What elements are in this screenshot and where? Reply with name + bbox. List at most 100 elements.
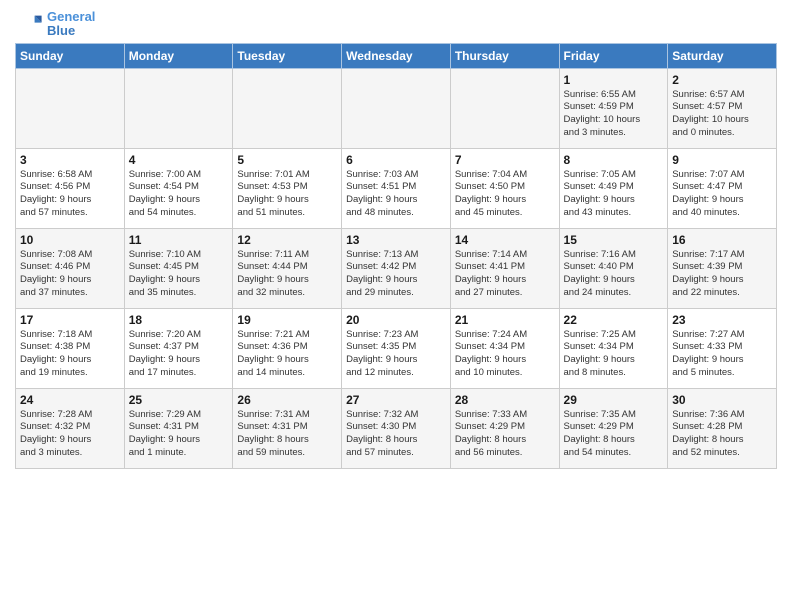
- calendar-cell: [124, 68, 233, 148]
- calendar-cell: 21Sunrise: 7:24 AM Sunset: 4:34 PM Dayli…: [450, 308, 559, 388]
- weekday-header: Thursday: [450, 43, 559, 68]
- day-info: Sunrise: 7:16 AM Sunset: 4:40 PM Dayligh…: [564, 249, 664, 300]
- day-number: 15: [564, 233, 664, 247]
- day-info: Sunrise: 7:10 AM Sunset: 4:45 PM Dayligh…: [129, 249, 229, 300]
- day-number: 29: [564, 393, 664, 407]
- day-number: 16: [672, 233, 772, 247]
- day-info: Sunrise: 7:07 AM Sunset: 4:47 PM Dayligh…: [672, 169, 772, 220]
- calendar-week-row: 24 Sunrise: 7:28 AM Sunset: 4:32 PM Dayli…: [16, 388, 777, 468]
- calendar-cell: 1Sunrise: 6:55 AM Sunset: 4:59 PM Daylig…: [559, 68, 668, 148]
- calendar-cell: 6 Sunrise: 7:03 AM Sunset: 4:51 PM Daylig…: [342, 148, 451, 228]
- calendar-cell: 26 Sunrise: 7:31 AM Sunset: 4:31 PM Dayli…: [233, 388, 342, 468]
- day-number: 22: [564, 313, 664, 327]
- calendar-cell: 5 Sunrise: 7:01 AM Sunset: 4:53 PM Daylig…: [233, 148, 342, 228]
- calendar-cell: 14 Sunrise: 7:14 AM Sunset: 4:41 PM Dayli…: [450, 228, 559, 308]
- day-number: 9: [672, 153, 772, 167]
- day-number: 30: [672, 393, 772, 407]
- calendar-cell: 7 Sunrise: 7:04 AM Sunset: 4:50 PM Daylig…: [450, 148, 559, 228]
- day-number: 6: [346, 153, 446, 167]
- calendar-cell: 28Sunrise: 7:33 AM Sunset: 4:29 PM Dayli…: [450, 388, 559, 468]
- calendar-cell: 8Sunrise: 7:05 AM Sunset: 4:49 PM Daylig…: [559, 148, 668, 228]
- weekday-header: Tuesday: [233, 43, 342, 68]
- calendar-cell: [342, 68, 451, 148]
- day-info: Sunrise: 7:28 AM Sunset: 4:32 PM Dayligh…: [20, 409, 120, 460]
- day-info: Sunrise: 7:17 AM Sunset: 4:39 PM Dayligh…: [672, 249, 772, 300]
- calendar-cell: 19Sunrise: 7:21 AM Sunset: 4:36 PM Dayli…: [233, 308, 342, 388]
- calendar-cell: 16 Sunrise: 7:17 AM Sunset: 4:39 PM Dayli…: [668, 228, 777, 308]
- day-number: 2: [672, 73, 772, 87]
- calendar-cell: 23Sunrise: 7:27 AM Sunset: 4:33 PM Dayli…: [668, 308, 777, 388]
- day-number: 7: [455, 153, 555, 167]
- weekday-header: Saturday: [668, 43, 777, 68]
- day-number: 12: [237, 233, 337, 247]
- day-info: Sunrise: 7:31 AM Sunset: 4:31 PM Dayligh…: [237, 409, 337, 460]
- calendar-cell: 18 Sunrise: 7:20 AM Sunset: 4:37 PM Dayli…: [124, 308, 233, 388]
- day-info: Sunrise: 7:04 AM Sunset: 4:50 PM Dayligh…: [455, 169, 555, 220]
- calendar-week-row: 3 Sunrise: 6:58 AM Sunset: 4:56 PM Daylig…: [16, 148, 777, 228]
- calendar-cell: 25 Sunrise: 7:29 AM Sunset: 4:31 PM Dayli…: [124, 388, 233, 468]
- day-number: 1: [564, 73, 664, 87]
- calendar-table: SundayMondayTuesdayWednesdayThursdayFrid…: [15, 43, 777, 469]
- day-info: Sunrise: 7:01 AM Sunset: 4:53 PM Dayligh…: [237, 169, 337, 220]
- day-info: Sunrise: 7:35 AM Sunset: 4:29 PM Dayligh…: [564, 409, 664, 460]
- calendar-cell: 29 Sunrise: 7:35 AM Sunset: 4:29 PM Dayli…: [559, 388, 668, 468]
- calendar-cell: 13 Sunrise: 7:13 AM Sunset: 4:42 PM Dayli…: [342, 228, 451, 308]
- day-info: Sunrise: 6:58 AM Sunset: 4:56 PM Dayligh…: [20, 169, 120, 220]
- calendar-cell: 17 Sunrise: 7:18 AM Sunset: 4:38 PM Dayli…: [16, 308, 125, 388]
- calendar-week-row: 1Sunrise: 6:55 AM Sunset: 4:59 PM Daylig…: [16, 68, 777, 148]
- day-number: 26: [237, 393, 337, 407]
- day-number: 24: [20, 393, 120, 407]
- calendar-cell: 15 Sunrise: 7:16 AM Sunset: 4:40 PM Dayli…: [559, 228, 668, 308]
- calendar-cell: 30 Sunrise: 7:36 AM Sunset: 4:28 PM Dayli…: [668, 388, 777, 468]
- calendar-cell: 11 Sunrise: 7:10 AM Sunset: 4:45 PM Dayli…: [124, 228, 233, 308]
- day-info: Sunrise: 7:14 AM Sunset: 4:41 PM Dayligh…: [455, 249, 555, 300]
- day-info: Sunrise: 7:13 AM Sunset: 4:42 PM Dayligh…: [346, 249, 446, 300]
- weekday-header: Monday: [124, 43, 233, 68]
- day-info: Sunrise: 7:18 AM Sunset: 4:38 PM Dayligh…: [20, 329, 120, 380]
- day-number: 10: [20, 233, 120, 247]
- day-number: 28: [455, 393, 555, 407]
- weekday-header: Sunday: [16, 43, 125, 68]
- calendar-cell: 12 Sunrise: 7:11 AM Sunset: 4:44 PM Dayli…: [233, 228, 342, 308]
- day-number: 13: [346, 233, 446, 247]
- calendar-cell: 4 Sunrise: 7:00 AM Sunset: 4:54 PM Daylig…: [124, 148, 233, 228]
- weekday-header: Wednesday: [342, 43, 451, 68]
- logo: General Blue: [15, 10, 95, 39]
- calendar-cell: [233, 68, 342, 148]
- day-info: Sunrise: 7:11 AM Sunset: 4:44 PM Dayligh…: [237, 249, 337, 300]
- page-container: General Blue SundayMondayTuesdayWednesda…: [0, 0, 792, 479]
- logo-icon: [15, 10, 43, 38]
- day-number: 18: [129, 313, 229, 327]
- calendar-cell: 9 Sunrise: 7:07 AM Sunset: 4:47 PM Daylig…: [668, 148, 777, 228]
- day-info: Sunrise: 7:36 AM Sunset: 4:28 PM Dayligh…: [672, 409, 772, 460]
- calendar-cell: [450, 68, 559, 148]
- calendar-cell: 20 Sunrise: 7:23 AM Sunset: 4:35 PM Dayli…: [342, 308, 451, 388]
- day-number: 3: [20, 153, 120, 167]
- day-info: Sunrise: 7:29 AM Sunset: 4:31 PM Dayligh…: [129, 409, 229, 460]
- day-number: 4: [129, 153, 229, 167]
- day-number: 20: [346, 313, 446, 327]
- logo-text: General Blue: [47, 10, 95, 39]
- day-number: 11: [129, 233, 229, 247]
- day-info: Sunrise: 7:08 AM Sunset: 4:46 PM Dayligh…: [20, 249, 120, 300]
- day-number: 5: [237, 153, 337, 167]
- day-number: 17: [20, 313, 120, 327]
- day-info: Sunrise: 7:00 AM Sunset: 4:54 PM Dayligh…: [129, 169, 229, 220]
- day-number: 27: [346, 393, 446, 407]
- day-info: Sunrise: 7:32 AM Sunset: 4:30 PM Dayligh…: [346, 409, 446, 460]
- day-info: Sunrise: 7:05 AM Sunset: 4:49 PM Dayligh…: [564, 169, 664, 220]
- calendar-cell: 24 Sunrise: 7:28 AM Sunset: 4:32 PM Dayli…: [16, 388, 125, 468]
- weekday-header-row: SundayMondayTuesdayWednesdayThursdayFrid…: [16, 43, 777, 68]
- header: General Blue: [15, 10, 777, 39]
- day-info: Sunrise: 7:03 AM Sunset: 4:51 PM Dayligh…: [346, 169, 446, 220]
- calendar-week-row: 10 Sunrise: 7:08 AM Sunset: 4:46 PM Dayli…: [16, 228, 777, 308]
- calendar-cell: 10 Sunrise: 7:08 AM Sunset: 4:46 PM Dayli…: [16, 228, 125, 308]
- day-info: Sunrise: 7:20 AM Sunset: 4:37 PM Dayligh…: [129, 329, 229, 380]
- day-number: 14: [455, 233, 555, 247]
- day-number: 25: [129, 393, 229, 407]
- weekday-header: Friday: [559, 43, 668, 68]
- calendar-cell: [16, 68, 125, 148]
- day-number: 19: [237, 313, 337, 327]
- day-info: Sunrise: 7:23 AM Sunset: 4:35 PM Dayligh…: [346, 329, 446, 380]
- day-info: Sunrise: 7:27 AM Sunset: 4:33 PM Dayligh…: [672, 329, 772, 380]
